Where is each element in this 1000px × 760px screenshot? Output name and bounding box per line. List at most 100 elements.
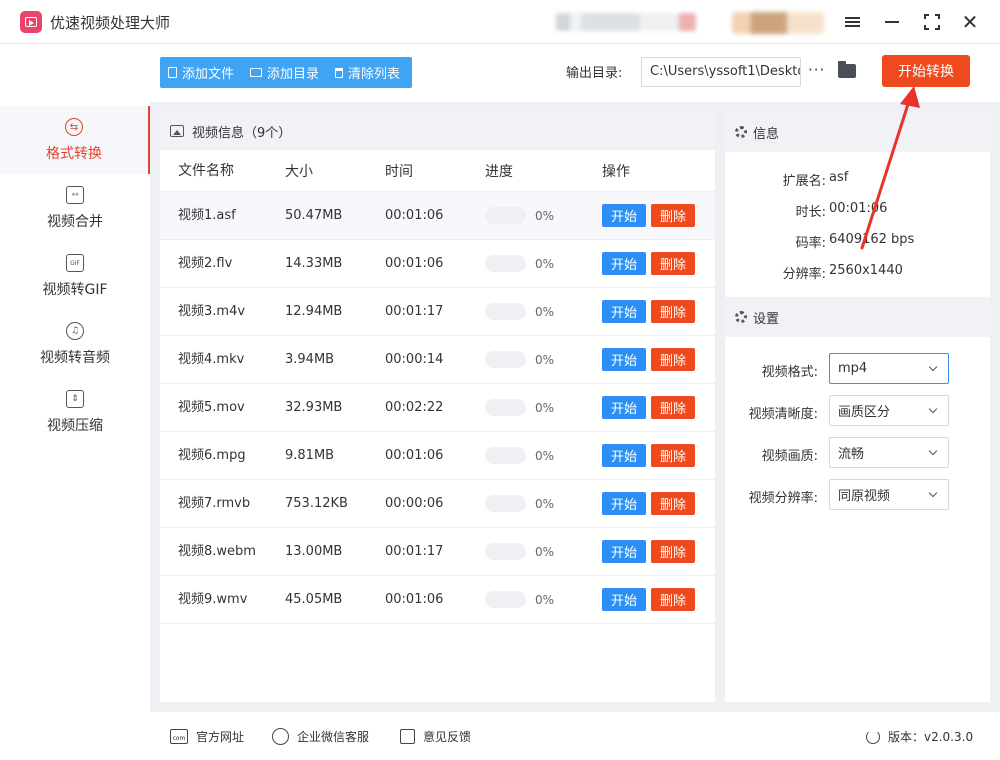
- feedback-icon: [400, 729, 415, 744]
- file-list-header: 视频信息（9个）: [160, 112, 715, 150]
- version-info[interactable]: 版本：v2.0.3.0: [866, 728, 973, 745]
- sidebar-item-video-compress[interactable]: ⇕ 视频压缩: [0, 378, 150, 446]
- video-quality-select[interactable]: 流畅: [829, 437, 949, 468]
- user-avatar-blurred[interactable]: [732, 12, 824, 34]
- account-info-blurred[interactable]: [556, 13, 696, 31]
- start-button[interactable]: 开始: [602, 300, 646, 323]
- video-format-select[interactable]: mp4: [829, 353, 949, 384]
- browse-more-button[interactable]: ···: [808, 61, 825, 79]
- settings-title: 设置: [753, 311, 780, 327]
- start-button[interactable]: 开始: [602, 588, 646, 611]
- delete-button[interactable]: 删除: [651, 444, 695, 467]
- version-label: 版本：v2.0.3.0: [888, 730, 974, 744]
- file-size-cell: 3.94MB: [285, 352, 335, 367]
- open-folder-icon[interactable]: [838, 61, 856, 78]
- sidebar-item-label: 视频转GIF: [42, 282, 108, 298]
- sidebar-item-video-to-audio[interactable]: ♫ 视频转音频: [0, 310, 150, 378]
- info-title: 信息: [753, 126, 780, 142]
- progress-bar: [485, 255, 526, 272]
- info-value: 2560x1440: [829, 263, 903, 278]
- video-resolution-select[interactable]: 同原视频: [829, 479, 949, 510]
- start-button[interactable]: 开始: [602, 396, 646, 419]
- table-row[interactable]: 视频9.wmv 45.05MB 00:01:06 0% 开始 删除: [160, 576, 715, 624]
- actions-cell: 开始 删除: [602, 204, 715, 227]
- start-button[interactable]: 开始: [602, 348, 646, 371]
- info-label: 分辨率:: [782, 267, 826, 282]
- file-time-cell: 00:01:06: [385, 208, 444, 223]
- table-row[interactable]: 视频4.mkv 3.94MB 00:00:14 0% 开始 删除: [160, 336, 715, 384]
- setting-label: 视频画质:: [761, 449, 818, 464]
- clear-list-button[interactable]: 清除列表: [335, 63, 400, 82]
- wechat-support-link[interactable]: 企业微信客服: [272, 728, 369, 745]
- table-row[interactable]: 视频8.webm 13.00MB 00:01:17 0% 开始 删除: [160, 528, 715, 576]
- app-logo-icon: [20, 11, 42, 33]
- delete-button[interactable]: 删除: [651, 348, 695, 371]
- compress-icon: ⇕: [65, 389, 85, 409]
- info-value: 6409162 bps: [829, 232, 915, 247]
- start-convert-button[interactable]: 开始转换: [882, 55, 970, 87]
- delete-button[interactable]: 删除: [651, 252, 695, 275]
- gif-icon: GIF: [65, 253, 85, 273]
- feedback-link[interactable]: 意见反馈: [400, 728, 471, 745]
- column-header-progress: 进度: [485, 163, 513, 180]
- gear-icon: [735, 126, 747, 138]
- sidebar-item-video-merge[interactable]: ⇿ 视频合并: [0, 174, 150, 242]
- table-row[interactable]: 视频7.rmvb 753.12KB 00:00:06 0% 开始 删除: [160, 480, 715, 528]
- website-link[interactable]: com 官方网址: [170, 728, 244, 745]
- add-file-button[interactable]: 添加文件: [168, 63, 234, 82]
- start-button[interactable]: 开始: [602, 204, 646, 227]
- progress-bar: [485, 303, 526, 320]
- setting-row-clarity: 视频清晰度: 画质区分: [725, 395, 990, 427]
- delete-button[interactable]: 删除: [651, 300, 695, 323]
- progress-bar: [485, 495, 526, 512]
- maximize-icon[interactable]: [920, 10, 944, 34]
- delete-button[interactable]: 删除: [651, 396, 695, 419]
- select-value: mp4: [838, 361, 868, 376]
- add-directory-button[interactable]: 添加目录: [250, 63, 319, 82]
- delete-button[interactable]: 删除: [651, 204, 695, 227]
- delete-button[interactable]: 删除: [651, 540, 695, 563]
- footer: com 官方网址 企业微信客服 意见反馈 版本：v2.0.3.0: [150, 712, 1000, 760]
- table-header: 文件名称 大小 时间 进度 操作: [160, 150, 715, 192]
- chevron-down-icon: [928, 362, 938, 372]
- progress-cell: 0%: [485, 255, 602, 272]
- video-clarity-select[interactable]: 画质区分: [829, 395, 949, 426]
- info-value: 00:01:06: [829, 201, 888, 216]
- close-icon[interactable]: ✕: [958, 10, 982, 34]
- delete-button[interactable]: 删除: [651, 492, 695, 515]
- progress-cell: 0%: [485, 543, 602, 560]
- sidebar-item-format-convert[interactable]: ⇆ 格式转换: [0, 106, 150, 174]
- file-size-cell: 32.93MB: [285, 400, 343, 415]
- progress-bar: [485, 543, 526, 560]
- file-size-cell: 12.94MB: [285, 304, 343, 319]
- column-header-time: 时间: [385, 163, 413, 180]
- table-row[interactable]: 视频5.mov 32.93MB 00:02:22 0% 开始 删除: [160, 384, 715, 432]
- sidebar-item-video-to-gif[interactable]: GIF 视频转GIF: [0, 242, 150, 310]
- start-button[interactable]: 开始: [602, 444, 646, 467]
- sidebar-item-label: 视频压缩: [47, 418, 103, 434]
- start-button[interactable]: 开始: [602, 492, 646, 515]
- table-row[interactable]: 视频6.mpg 9.81MB 00:01:06 0% 开始 删除: [160, 432, 715, 480]
- start-button[interactable]: 开始: [602, 252, 646, 275]
- table-row[interactable]: 视频1.asf 50.47MB 00:01:06 0% 开始 删除: [160, 192, 715, 240]
- progress-bar: [485, 399, 526, 416]
- file-time-cell: 00:01:17: [385, 544, 444, 559]
- file-name-cell: 视频2.flv: [178, 255, 233, 271]
- file-list-panel: 视频信息（9个） 文件名称 大小 时间 进度 操作 视频1.asf 50.47MB…: [160, 112, 715, 702]
- file-name-cell: 视频8.webm: [178, 543, 256, 559]
- folder-outline-icon: [250, 68, 263, 77]
- start-button[interactable]: 开始: [602, 540, 646, 563]
- column-header-name: 文件名称: [178, 162, 234, 179]
- delete-button[interactable]: 删除: [651, 588, 695, 611]
- website-icon: com: [170, 729, 188, 744]
- minimize-icon[interactable]: [880, 10, 904, 34]
- output-dir-field[interactable]: C:\Users\yssoft1\Desktop: [641, 57, 801, 87]
- table-row[interactable]: 视频2.flv 14.33MB 00:01:06 0% 开始 删除: [160, 240, 715, 288]
- table-row[interactable]: 视频3.m4v 12.94MB 00:01:17 0% 开始 删除: [160, 288, 715, 336]
- menu-icon[interactable]: [840, 10, 864, 34]
- file-icon: [168, 67, 177, 78]
- chat-icon: [272, 728, 289, 745]
- file-size-cell: 9.81MB: [285, 448, 335, 463]
- info-value: asf: [829, 170, 849, 185]
- file-name-cell: 视频5.mov: [178, 399, 245, 415]
